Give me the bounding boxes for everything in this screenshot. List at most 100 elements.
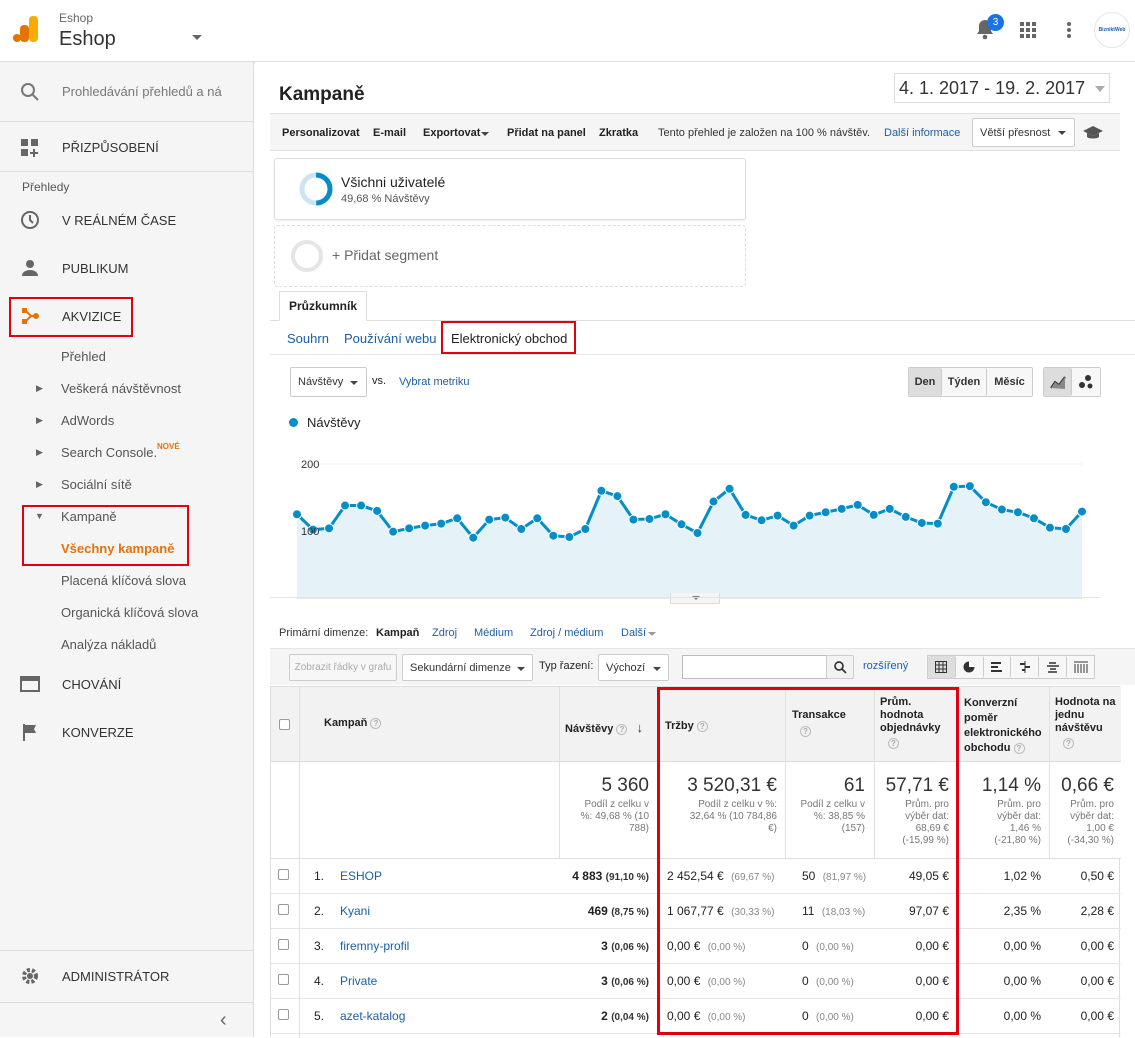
column-header-per-visit-value[interactable]: Hodnota na jednu návštěvu? [1055, 696, 1117, 749]
more-info-link[interactable]: Další informace [884, 127, 960, 139]
column-header-transactions[interactable]: Transakce? [792, 709, 870, 737]
add-to-dashboard-button[interactable]: Přidat na panel [507, 127, 586, 139]
sidebar-item-social[interactable]: ▶ Sociální sítě [0, 474, 253, 494]
sidebar-item-search-console[interactable]: ▶ Search Console. NOVÉ [0, 442, 253, 462]
period-week-button[interactable]: Týden [942, 368, 987, 396]
view-term-cloud-button[interactable] [1039, 656, 1068, 678]
sidebar-item-all-traffic[interactable]: ▶ Veškerá návštěvnost [0, 378, 253, 398]
account-avatar[interactable]: BizniktWeb [1094, 12, 1130, 48]
row-checkbox[interactable] [278, 939, 289, 950]
column-header-avg-order-value[interactable]: Prům. hodnota objednávky? [880, 696, 952, 749]
period-day-button[interactable]: Den [909, 368, 942, 396]
collapse-sidebar-button[interactable]: ‹ [0, 1002, 253, 1037]
table-row[interactable]: 2. Kyani 469 (8,75 %) 1 067,77 € (30,33 … [271, 894, 1121, 929]
graduation-cap-icon[interactable] [1083, 124, 1103, 143]
row-checkbox[interactable] [278, 869, 289, 880]
column-header-conversion-rate[interactable]: Konverzní poměr elektronického obchodu ? [964, 696, 1046, 756]
table-row[interactable]: 4. Private 3 (0,06 %) 0,00 € (0,00 %) 0 … [271, 964, 1121, 999]
advanced-filter-link[interactable]: rozšířený [863, 660, 908, 672]
tab-explorer[interactable]: Průzkumník [279, 291, 367, 321]
view-pie-button[interactable] [955, 656, 984, 678]
column-header-campaign[interactable]: Kampaň ? [324, 717, 382, 729]
line-chart-button[interactable] [1044, 368, 1073, 396]
motion-chart-button[interactable] [1072, 368, 1100, 396]
collapse-arrow-icon: ▼ [35, 511, 44, 521]
total-aov-compare: Prům. pro výběr dat: 68,69 € (-15,99 %) [902, 799, 949, 846]
metric-select[interactable]: Návštěvy [290, 367, 367, 397]
property-selector[interactable]: Eshop [59, 28, 116, 51]
table-row[interactable]: 1. ESHOP 4 883 (91,10 %) 2 452,54 € (69,… [271, 859, 1121, 894]
campaign-link[interactable]: ESHOP [340, 869, 382, 883]
export-button[interactable]: Exportovat [423, 127, 480, 139]
precision-select[interactable]: Větší přesnost [972, 118, 1075, 147]
date-range-picker[interactable]: 4. 1. 2017 - 19. 2. 2017 [894, 73, 1110, 103]
sidebar-item-campaigns[interactable]: ▼ Kampaně [0, 506, 253, 526]
dimension-more[interactable]: Další [621, 627, 646, 639]
campaign-link[interactable]: Private [340, 974, 377, 988]
personalize-button[interactable]: Personalizovat [282, 127, 360, 139]
email-button[interactable]: E-mail [373, 127, 406, 139]
row-checkbox[interactable] [278, 974, 289, 985]
plot-rows-button[interactable]: Zobrazit řádky v grafu [289, 654, 397, 681]
sidebar-item-behavior[interactable]: CHOVÁNÍ [0, 666, 253, 702]
campaign-link[interactable]: firemny-profil [340, 939, 409, 953]
dimension-campaign[interactable]: Kampaň [376, 627, 419, 639]
select-all-checkbox[interactable] [279, 719, 290, 730]
sidebar-item-conversions[interactable]: KONVERZE [0, 714, 253, 750]
search-input[interactable]: Prohledávání přehledů a ná [62, 84, 222, 99]
table-row[interactable]: 3. firemny-profil 3 (0,06 %) 0,00 € (0,0… [271, 929, 1121, 964]
help-icon[interactable]: ? [1063, 738, 1074, 749]
campaign-link[interactable]: azet-katalog [340, 1009, 405, 1023]
sidebar-item-cost-analysis[interactable]: Analýza nákladů [0, 634, 253, 654]
view-pivot-button[interactable] [1067, 656, 1094, 678]
sort-type-select[interactable]: Výchozí [598, 654, 669, 681]
column-header-revenue[interactable]: Tržby ? [665, 720, 708, 732]
view-performance-button[interactable] [983, 656, 1012, 678]
add-segment-card[interactable]: + Přidat segment [274, 225, 746, 287]
sidebar-item-audience[interactable]: PUBLIKUM [0, 250, 253, 286]
sidebar-item-admin[interactable]: ADMINISTRÁTOR [0, 950, 253, 1000]
segment-card-all-users[interactable]: Všichni uživatelé 49,68 % Návštěvy [274, 158, 746, 220]
sidebar-item-adwords[interactable]: ▶ AdWords [0, 410, 253, 430]
row-checkbox[interactable] [278, 904, 289, 915]
secondary-dimension-select[interactable]: Sekundární dimenze [402, 654, 533, 681]
shortcut-button[interactable]: Zkratka [599, 127, 638, 139]
analytics-logo[interactable] [12, 14, 40, 44]
campaign-link[interactable]: Kyani [340, 904, 370, 918]
sidebar-search[interactable]: Prohledávání přehledů a ná [0, 62, 253, 122]
dimension-source-medium[interactable]: Zdroj / médium [530, 627, 603, 639]
table-search-button[interactable] [826, 655, 854, 679]
table-search-input[interactable] [682, 655, 827, 679]
sidebar-item-all-campaigns[interactable]: Všechny kampaně [0, 538, 253, 558]
help-icon[interactable]: ? [1013, 742, 1025, 754]
help-icon[interactable]: ? [696, 720, 708, 732]
property-dropdown-icon[interactable] [192, 35, 202, 40]
table-row[interactable]: 5. azet-katalog 2 (0,04 %) 0,00 € (0,00 … [271, 999, 1121, 1034]
more-options-icon[interactable] [1066, 21, 1072, 39]
subtab-site-usage[interactable]: Používání webu [344, 331, 437, 346]
dimension-source[interactable]: Zdroj [432, 627, 457, 639]
sidebar-item-realtime[interactable]: V REÁLNÉM ČASE [0, 202, 253, 238]
apps-grid-icon[interactable] [1020, 22, 1036, 38]
subtab-summary[interactable]: Souhrn [287, 331, 329, 346]
dimension-medium[interactable]: Médium [474, 627, 513, 639]
sidebar-item-customization[interactable]: PŘIZPŮSOBENÍ [0, 122, 253, 172]
help-icon[interactable]: ? [616, 723, 628, 735]
column-header-visits[interactable]: Návštěvy ? ↓ [565, 720, 643, 735]
sidebar-item-organic-keywords[interactable]: Organická klíčová slova [0, 602, 253, 622]
sidebar-item-acquisition[interactable]: AKVIZICE [0, 298, 253, 334]
help-icon[interactable]: ? [888, 738, 899, 749]
view-comparison-button[interactable] [1011, 656, 1040, 678]
help-icon[interactable]: ? [800, 726, 811, 737]
sidebar-item-overview[interactable]: Přehled [0, 346, 253, 366]
sidebar-item-paid-keywords[interactable]: Placená klíčová slova [0, 570, 253, 590]
period-month-button[interactable]: Měsíc [987, 368, 1032, 396]
view-data-table-button[interactable] [928, 656, 956, 678]
row-checkbox[interactable] [278, 1009, 289, 1020]
chart-resize-handle[interactable] [670, 593, 720, 604]
data-point [1044, 522, 1055, 533]
subtab-ecommerce[interactable]: Elektronický obchod [451, 331, 567, 346]
row-index: 2. [314, 904, 325, 918]
help-icon[interactable]: ? [370, 717, 382, 729]
select-metric-link[interactable]: Vybrat metriku [399, 376, 470, 388]
